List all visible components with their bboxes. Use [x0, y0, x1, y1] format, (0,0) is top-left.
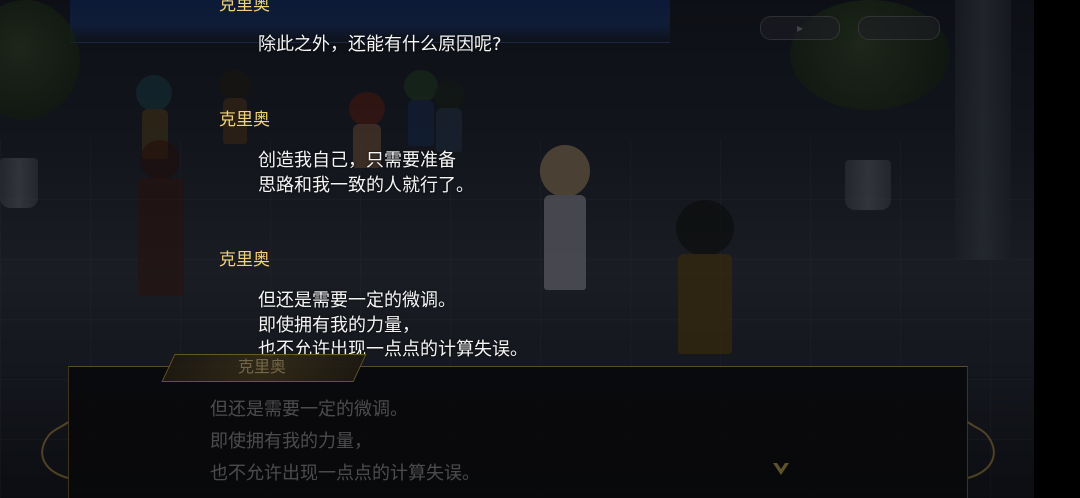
dialog-box[interactable]	[68, 366, 968, 498]
log-speaker-name: 克里奥	[219, 0, 270, 15]
dialog-line: 即使拥有我的力量，	[210, 431, 372, 452]
log-speaker-name: 克里奥	[219, 250, 270, 270]
log-line: 但还是需要一定的微调。	[258, 290, 456, 311]
ornament-right	[967, 421, 995, 479]
play-icon: ▸	[796, 21, 804, 35]
dialog-line: 也不允许出现一点点的计算失误。	[210, 463, 480, 484]
log-line: 即使拥有我的力量，	[258, 315, 420, 336]
log-line: 创造我自己，只需要准备	[258, 150, 456, 171]
screen-edge-bar	[1034, 0, 1080, 498]
ornament-left	[41, 421, 69, 479]
auto-play-button[interactable]: ▸	[760, 16, 840, 40]
log-speaker-name: 克里奥	[219, 110, 270, 130]
log-line: 思路和我一致的人就行了。	[258, 175, 474, 196]
log-line: 除此之外，还能有什么原因呢?	[258, 34, 502, 55]
chevron-down-icon[interactable]	[770, 458, 792, 480]
dialog-speaker-name: 克里奥	[238, 357, 287, 376]
skip-button[interactable]	[858, 16, 940, 40]
dialog-line: 但还是需要一定的微调。	[210, 399, 408, 420]
game-screen[interactable]: ▸ 克里奥 除此之外，还能有什么原因呢? 克里奥 创造我自己，只需要准备 思路和…	[0, 0, 1080, 498]
